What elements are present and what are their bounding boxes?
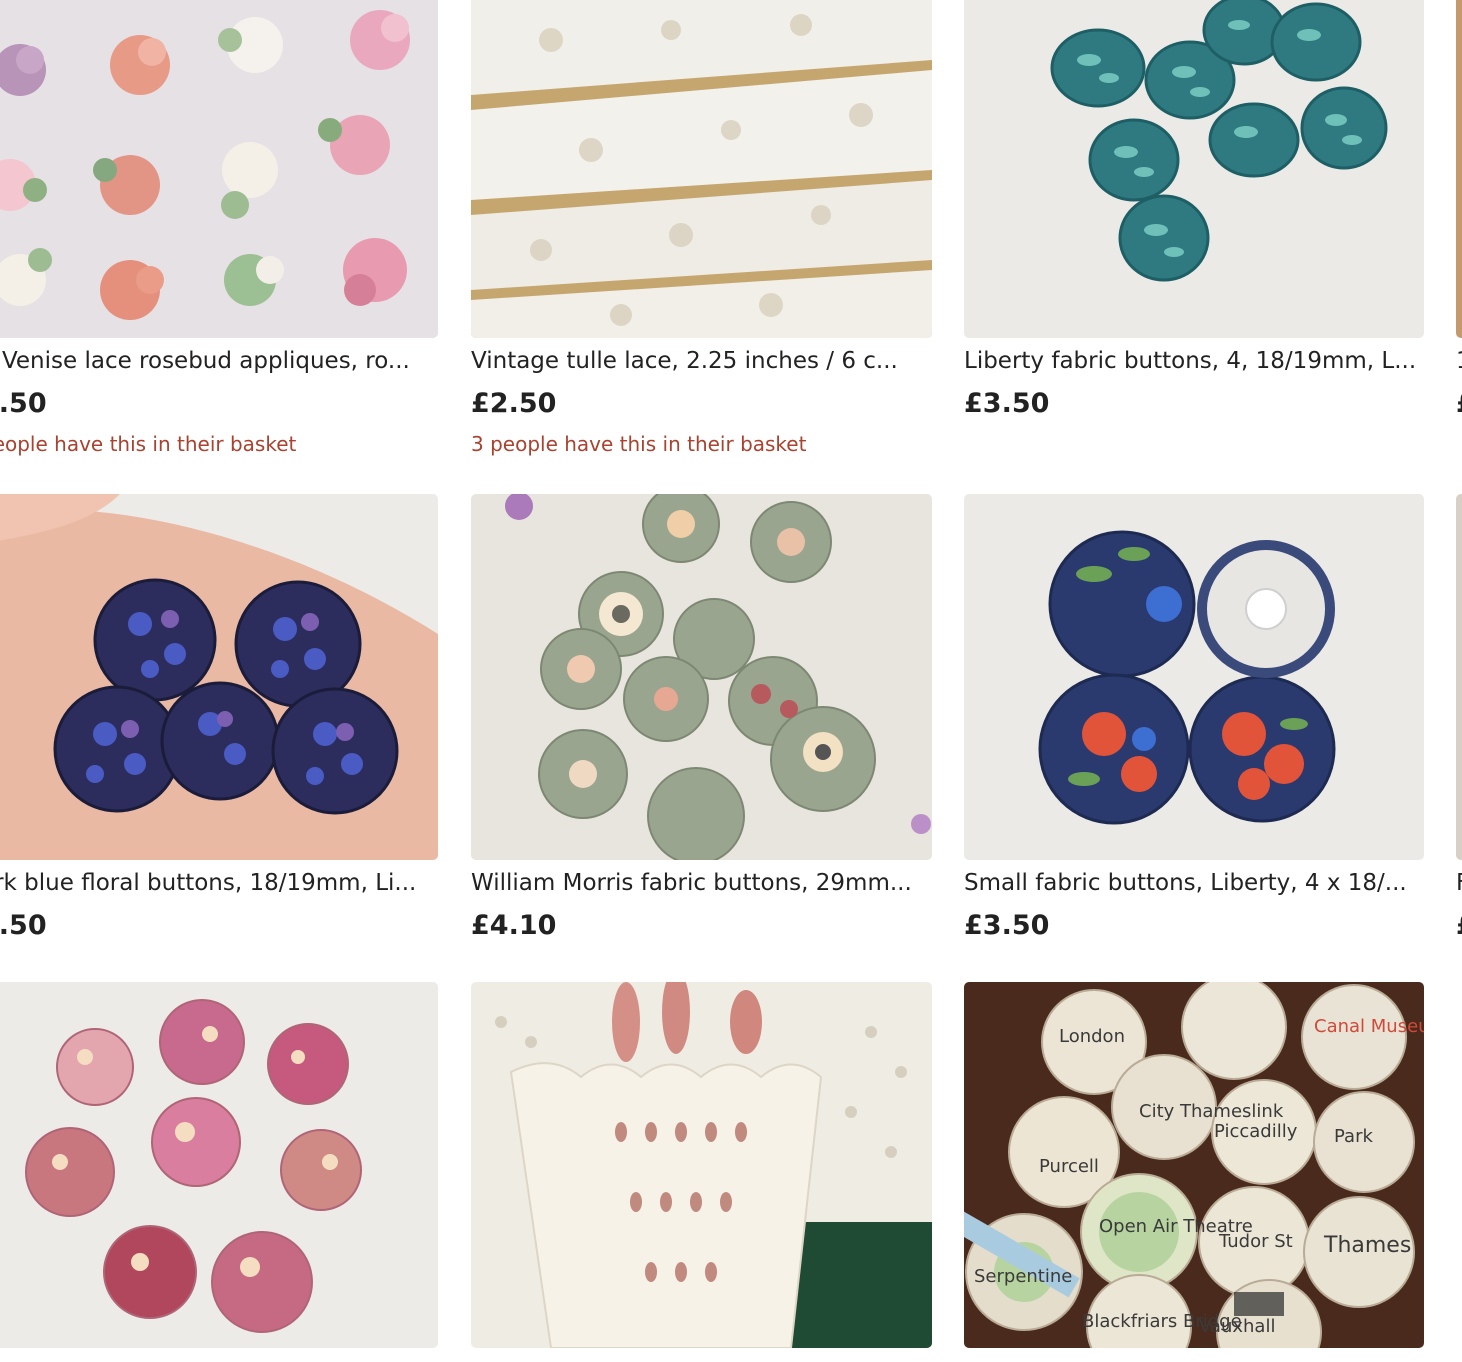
listing-image[interactable] [964, 494, 1424, 860]
listing-image[interactable] [1456, 494, 1462, 860]
listing-title[interactable]: Vintage tulle lace, 2.25 inches / 6 c... [471, 346, 932, 376]
map-label: Canal Museum [1314, 1016, 1424, 1037]
listing-price: 3.50 [0, 910, 47, 941]
map-label: Thames [1323, 1233, 1411, 1258]
listing-card[interactable]: William Morris fabric buttons, 29mm... £… [471, 494, 932, 954]
listing-price: £4.10 [471, 910, 557, 941]
listing-price: £ [1456, 388, 1462, 420]
map-label: Purcell [1039, 1156, 1099, 1177]
listing-image[interactable] [0, 982, 438, 1348]
listing-card[interactable] [471, 982, 932, 1362]
listing-card[interactable]: Small fabric buttons, Liberty, 4 x 18/..… [964, 494, 1424, 954]
listing-title[interactable]: 0 Venise lace rosebud appliques, ro... [0, 346, 438, 376]
map-label: London [1059, 1026, 1125, 1047]
listing-title[interactable]: Small fabric buttons, Liberty, 4 x 18/..… [964, 868, 1424, 898]
listing-card[interactable]: Liberty fabric buttons, 4, 18/19mm, L...… [964, 0, 1424, 470]
listing-price: £2.50 [471, 388, 557, 419]
listing-card[interactable]: London Canal Museum Piccadilly Park Open… [964, 982, 1424, 1362]
listing-title[interactable]: 1 [1456, 346, 1462, 376]
listing-image[interactable] [0, 494, 438, 860]
listing-title[interactable]: ark blue floral buttons, 18/19mm, Li... [0, 868, 438, 898]
listing-price: £ [1456, 910, 1462, 942]
listing-image[interactable] [1456, 0, 1462, 338]
listing-image[interactable] [471, 494, 932, 860]
listing-title[interactable]: William Morris fabric buttons, 29mm... [471, 868, 932, 898]
listing-price: £3.50 [964, 910, 1050, 941]
basket-note: people have this in their basket [0, 432, 297, 456]
listing-price: 2.50 [0, 388, 47, 419]
listing-card[interactable]: 0 Venise lace rosebud appliques, ro... 2… [0, 0, 438, 470]
map-label: City Thameslink [1139, 1101, 1284, 1122]
basket-note: 3 people have this in their basket [471, 432, 807, 456]
listing-card[interactable]: ark blue floral buttons, 18/19mm, Li... … [0, 494, 438, 954]
map-label: Piccadilly [1214, 1121, 1298, 1142]
listing-card[interactable] [0, 982, 438, 1362]
listing-title[interactable]: Liberty fabric buttons, 4, 18/19mm, L... [964, 346, 1424, 376]
listing-card[interactable]: F £ [1456, 494, 1462, 954]
map-label: Tudor St [1218, 1231, 1293, 1252]
map-label: Serpentine [974, 1266, 1072, 1287]
listing-image[interactable] [471, 982, 932, 1348]
listing-card[interactable]: Vintage tulle lace, 2.25 inches / 6 c...… [471, 0, 932, 470]
listing-card[interactable]: 1 £ [1456, 0, 1462, 470]
map-label: Park [1334, 1126, 1373, 1147]
listing-image[interactable]: London Canal Museum Piccadilly Park Open… [964, 982, 1424, 1348]
listing-image[interactable] [471, 0, 932, 338]
listing-image[interactable] [964, 0, 1424, 338]
listing-image[interactable] [0, 0, 438, 338]
listing-title[interactable]: F [1456, 868, 1462, 898]
listing-price: £3.50 [964, 388, 1050, 419]
listing-grid: 0 Venise lace rosebud appliques, ro... 2… [0, 0, 1462, 1362]
map-label: Vauxhall [1199, 1316, 1275, 1337]
